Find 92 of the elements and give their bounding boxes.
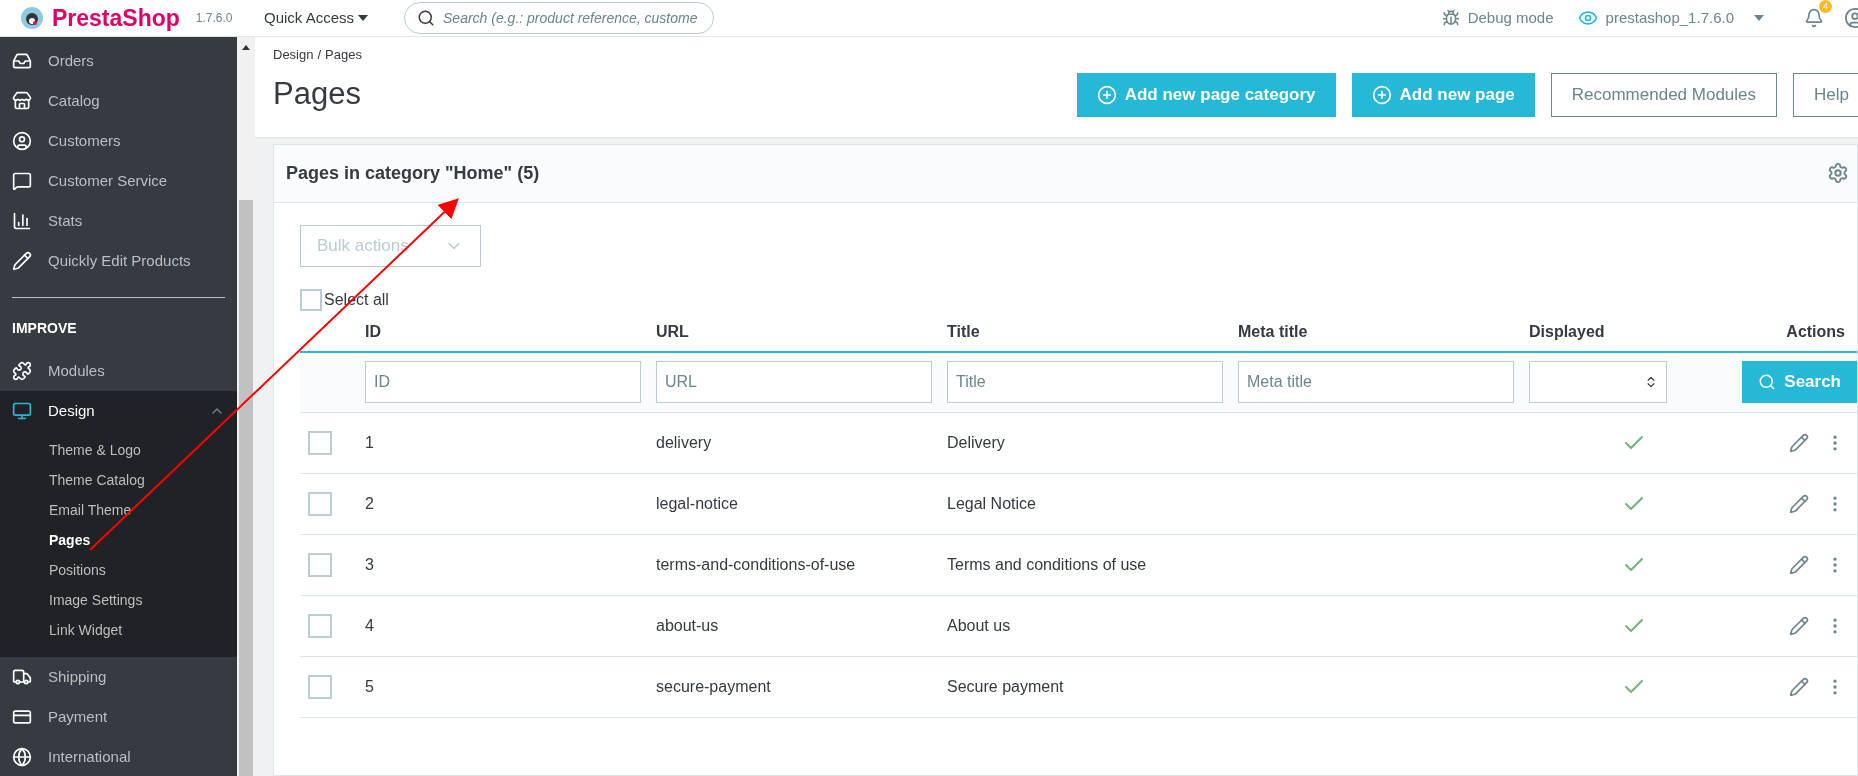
checkbox[interactable] [308, 674, 332, 699]
page-title: Pages [273, 75, 361, 114]
logo-icon [20, 6, 44, 30]
sidebar-item[interactable]: Shipping [0, 657, 237, 697]
table-cell-text: 3 [365, 554, 374, 575]
settings-icon[interactable] [1827, 162, 1849, 184]
filter-field[interactable]: ID [365, 361, 641, 403]
breadcrumb-link[interactable]: Pages [325, 45, 362, 65]
sidebar-item[interactable]: Customer Service [0, 161, 237, 201]
sidebar-item[interactable]: International [0, 737, 237, 776]
toolbar-button[interactable]: Help [1793, 72, 1858, 117]
sidebar-item[interactable]: Orders [0, 41, 237, 81]
toolbar-button[interactable]: Recommended Modules [1550, 72, 1778, 117]
edit-icon[interactable] [1789, 615, 1809, 636]
plus-icon [1371, 84, 1392, 105]
sidebar-item[interactable]: Catalog [0, 81, 237, 121]
table-cell-text: 1 [365, 432, 374, 453]
table-cell-text: delivery [656, 432, 712, 453]
table-cell-text: Secure payment [947, 676, 1064, 697]
notifications-icon[interactable] [1804, 8, 1824, 28]
checkbox[interactable] [308, 430, 332, 455]
edit-icon[interactable] [1789, 554, 1809, 575]
sidebar-item[interactable]: Quickly Edit Products [0, 241, 237, 281]
checkbox[interactable] [308, 552, 332, 577]
menu-icon [12, 251, 32, 271]
logo-text[interactable]: PrestaShop [52, 0, 180, 36]
scrollbar-thumb[interactable] [239, 200, 253, 776]
sidebar-item[interactable]: Payment [0, 697, 237, 737]
submenu-item[interactable]: Theme & Logo [0, 435, 237, 465]
column-header[interactable]: Actions [1699, 319, 1857, 344]
menu-icon [12, 707, 32, 727]
plus-icon [1096, 84, 1117, 105]
menu-icon [12, 361, 32, 381]
table-cell-text: 5 [365, 676, 374, 697]
notification-badge: 4 [1819, 0, 1832, 13]
section-heading: IMPROVE [11, 319, 78, 338]
column-header[interactable]: ID [365, 319, 656, 344]
checkbox[interactable] [308, 613, 332, 638]
search-icon [417, 9, 436, 27]
checkbox[interactable] [300, 288, 322, 311]
edit-icon[interactable] [1789, 676, 1809, 697]
menu-icon [12, 51, 32, 71]
table-cell-text: secure-payment [656, 676, 771, 697]
column-header[interactable]: Title [947, 319, 1238, 344]
search-icon [1758, 373, 1777, 391]
submenu-item[interactable]: Pages [0, 525, 237, 555]
edit-icon[interactable] [1789, 493, 1809, 514]
submenu-item[interactable]: Email Theme [0, 495, 237, 525]
quick-access-button[interactable]: Quick Access [264, 6, 369, 30]
menu-icon [12, 401, 32, 421]
table-cell-text: Terms and conditions of use [947, 554, 1147, 575]
table-cell-text: terms-and-conditions-of-use [656, 554, 856, 575]
menu-icon [12, 91, 32, 111]
scroll-up-icon[interactable] [242, 45, 250, 50]
bug-icon [1441, 9, 1460, 27]
column-header[interactable]: Displayed [1529, 319, 1699, 344]
table-cell-text: legal-notice [656, 493, 738, 514]
sidebar-item[interactable]: Design [0, 391, 237, 431]
column-header[interactable]: URL [656, 319, 947, 344]
menu-icon [12, 667, 32, 687]
shop-link[interactable]: prestashop_1.7.6.0 [1605, 6, 1734, 30]
submenu-item[interactable]: Link Widget [0, 615, 237, 645]
caret-icon [358, 15, 369, 21]
filter-field[interactable]: URL [656, 361, 932, 403]
sidebar-item[interactable]: Modules [0, 351, 237, 391]
eye-icon [1577, 8, 1598, 28]
version-text: 1.7.6.0 [195, 10, 233, 27]
table-cell-text: 4 [365, 615, 374, 636]
caret-icon [1754, 15, 1764, 21]
submenu-item[interactable]: Positions [0, 555, 237, 585]
debug-mode-link[interactable]: Debug mode [1467, 6, 1554, 30]
breadcrumb-separator: / [317, 46, 322, 64]
table-cell-text: 2 [365, 493, 374, 514]
filter-field[interactable]: Title [947, 361, 1223, 403]
table-cell-text: about-us [656, 615, 719, 636]
table-cell-text: About us [947, 615, 1011, 636]
menu-icon [12, 211, 32, 231]
menu-icon [12, 171, 32, 191]
table-cell-text: Legal Notice [947, 493, 1036, 514]
sidebar-item[interactable]: Stats [0, 201, 237, 241]
card-title: Pages in category "Home" (5) [286, 161, 540, 185]
table-cell-text: Delivery [947, 432, 1005, 453]
submenu-item[interactable]: Theme Catalog [0, 465, 237, 495]
sidebar-item[interactable]: Customers [0, 121, 237, 161]
filter-field[interactable]: Meta title [1238, 361, 1514, 403]
edit-icon[interactable] [1789, 432, 1809, 453]
column-header[interactable]: Meta title [1238, 319, 1529, 344]
breadcrumb-link[interactable]: Design [273, 45, 314, 65]
menu-icon [12, 747, 32, 767]
checkbox[interactable] [308, 491, 332, 516]
submenu-item[interactable]: Image Settings [0, 585, 237, 615]
menu-icon [12, 131, 32, 151]
